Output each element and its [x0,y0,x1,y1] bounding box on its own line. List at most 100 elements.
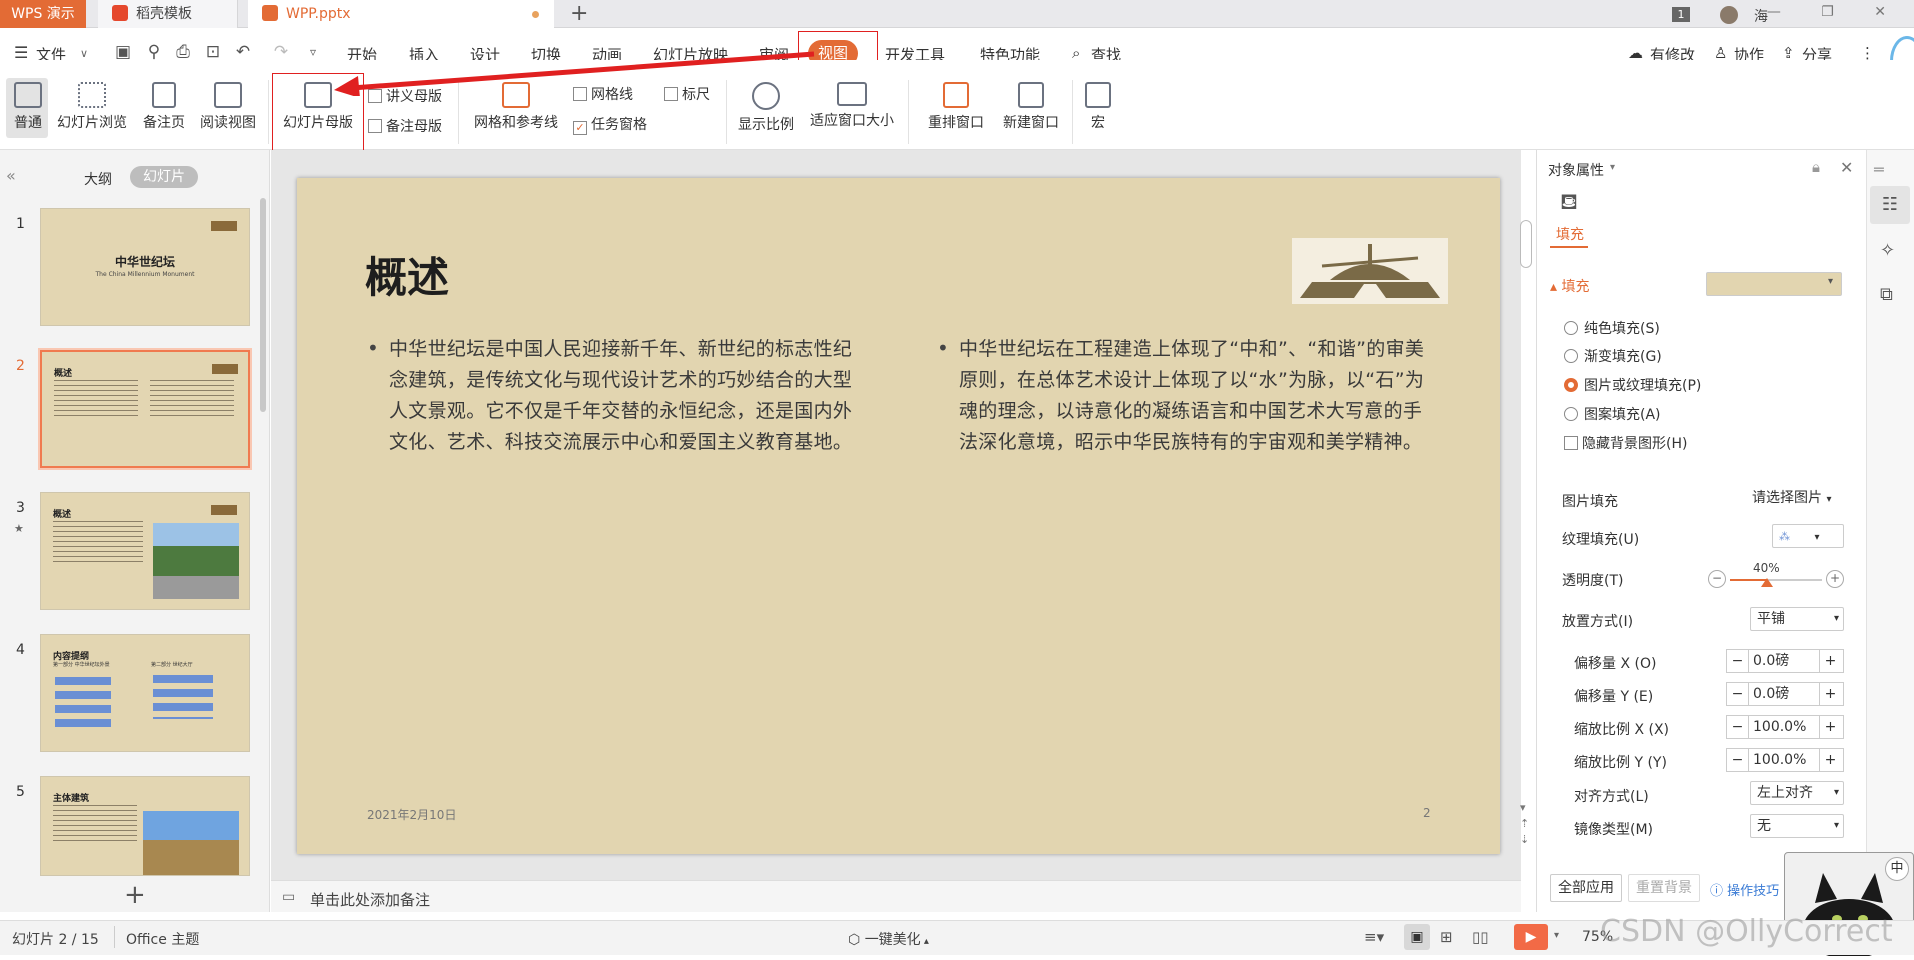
thumb-photo [143,811,239,875]
slide-title[interactable]: 概述 [365,244,449,305]
notes-toggle-icon[interactable]: ≡▾ [1364,928,1384,946]
new-tab-button[interactable]: + [570,2,588,26]
reading-view-button[interactable]: 阅读视图 [196,82,260,132]
reading-view-status-icon[interactable]: ▯▯ [1472,928,1489,946]
play-button[interactable]: ▶ [1514,924,1548,950]
canvas-scrollbar[interactable] [1520,220,1532,268]
slide-page-number[interactable]: 2 [1423,806,1431,820]
paint-bucket-icon[interactable]: ⛾ [1560,190,1578,218]
value[interactable]: 100.0% [1749,749,1819,771]
slide-body-left[interactable]: 中华世纪坛是中国人民迎接新千年、新世纪的标志性纪念建筑，是传统文化与现代设计艺术… [389,334,855,458]
fill-section-header[interactable]: ▴ 填充 [1550,276,1589,296]
mirror-dropdown[interactable]: 无 ▾ [1750,814,1844,838]
ime-indicator[interactable]: 中 [1885,857,1909,881]
window-count-badge[interactable]: 1 [1672,7,1690,22]
plus-icon[interactable]: + [1819,683,1841,705]
quick-access-more-icon[interactable]: ▿ [304,43,322,61]
placement-dropdown[interactable]: 平铺 ▾ [1750,607,1844,631]
backup-icon[interactable]: ⧉ [1880,284,1893,305]
minus-icon[interactable]: − [1727,716,1749,738]
slide-2[interactable]: 概述 • 中华世纪坛是中国人民迎接新千年、新世纪的标志性纪念建筑，是传统文化与现… [297,178,1500,854]
scrollbar[interactable] [260,198,266,412]
value[interactable]: 0.0磅 [1749,650,1819,672]
offset-x-stepper[interactable]: −0.0磅 + [1726,649,1844,673]
notes-placeholder[interactable]: 单击此处添加备注 [310,889,430,910]
chevron-down-icon[interactable]: ▾ [1554,930,1559,941]
slide-body-right[interactable]: 中华世纪坛在工程建造上体现了“中和”、“和谐”的审美原则，在总体艺术设计上体现了… [959,334,1425,458]
chevron-down-icon[interactable]: ▾ [1610,162,1615,173]
slide-thumbnail-2[interactable]: 概述 [38,348,252,470]
apply-all-button[interactable]: 全部应用 [1550,874,1622,902]
window-controls[interactable]: — ❐ ✕ [1767,4,1904,20]
undo-icon[interactable]: ↶ [234,43,252,61]
animation-icon[interactable]: ✧ [1880,240,1895,261]
hide-background-checkbox[interactable]: 隐藏背景图形(H) [1564,433,1687,453]
new-window-button[interactable]: 新建窗口 [998,82,1064,132]
slide-thumbnail-5[interactable]: 主体建筑 [40,776,250,876]
slide-thumbnail-1[interactable]: 中华世纪坛 The China Millennium Monument [40,208,250,326]
tab-document[interactable]: WPP.pptx [248,0,554,28]
redo-icon[interactable]: ↷ [272,43,290,61]
avatar[interactable] [1720,6,1738,24]
notes-master-button[interactable]: 备注母版 [368,116,442,136]
solid-fill-radio[interactable]: 纯色填充(S) [1564,318,1660,338]
page-nav-icons[interactable]: ▾ ⇡ ⇣ [1520,800,1529,848]
menu-lines-icon[interactable]: ═ [1874,160,1884,179]
format-painter-icon[interactable]: ⚲ [145,43,163,61]
align-dropdown[interactable]: 左上对齐 ▾ [1750,781,1844,805]
value[interactable]: 100.0% [1749,716,1819,738]
scale-y-stepper[interactable]: −100.0% + [1726,748,1844,772]
close-icon[interactable]: ✕ [1840,158,1853,177]
tab-docer-templates[interactable]: 稻壳模板 [98,0,238,28]
save-icon[interactable]: ▣ [114,43,132,61]
minus-icon[interactable]: − [1727,650,1749,672]
slider-thumb[interactable] [1760,578,1773,587]
label: 任务窗格 [591,117,647,133]
offset-y-stepper[interactable]: −0.0磅 + [1726,682,1844,706]
theme-name[interactable]: Office 主题 [126,929,199,949]
fill-preview-dropdown[interactable] [1706,272,1842,296]
sorter-view-status-icon[interactable]: ⊞ [1440,928,1453,946]
normal-view-status-icon[interactable]: ▣ [1404,924,1430,950]
lock-icon[interactable]: 🔒︎ [1812,158,1820,176]
decrease-button[interactable]: − [1708,570,1726,588]
gradient-fill-radio[interactable]: 渐变填充(G) [1564,346,1662,366]
app-menu-button[interactable]: WPS 演示 [0,0,86,28]
increase-button[interactable]: + [1826,570,1844,588]
reset-background-button[interactable]: 重置背景 [1628,874,1700,902]
minus-icon[interactable]: − [1727,749,1749,771]
plus-icon[interactable]: + [1819,716,1841,738]
slide-date[interactable]: 2021年2月10日 [367,806,456,823]
docer-icon [112,5,128,21]
notes-page-button[interactable]: 备注页 [138,82,190,132]
macro-button[interactable]: 宏 [1078,82,1118,132]
chevron-down-icon[interactable]: ▾ [1828,276,1833,287]
value[interactable]: 0.0磅 [1749,683,1819,705]
scale-x-stepper[interactable]: −100.0% + [1726,715,1844,739]
slide-sorter-button[interactable]: 幻灯片浏览 [54,82,130,132]
plus-icon[interactable]: + [1819,749,1841,771]
minus-icon[interactable]: − [1727,683,1749,705]
beautify-button[interactable]: ⬡ 一键美化 ▴ [848,929,929,949]
arrange-windows-button[interactable]: 重排窗口 [916,82,996,132]
print-icon[interactable]: ⎙ [174,43,192,61]
task-pane-checkbox[interactable]: ✓ 任务窗格 [573,114,647,135]
collapse-panel-icon[interactable]: « [6,166,16,185]
fill-tab[interactable]: 填充 [1556,224,1584,244]
print-preview-icon[interactable]: ⊡ [204,43,222,61]
tips-link[interactable]: ⓘ 操作技巧 [1710,880,1779,899]
slide-thumbnail-4[interactable]: 内容提纲 第一部分 中华世纪坛外景 第二部分 世纪大厅 [40,634,250,752]
picture-fill-dropdown[interactable]: 请选择图片 ▾ [1746,487,1844,511]
picture-fill-radio[interactable]: 图片或纹理填充(P) [1564,375,1701,395]
chevron-down-icon[interactable]: ∨ [80,47,88,60]
tab-slides[interactable]: 幻灯片 [130,166,198,188]
normal-view-button[interactable]: 普通 [8,82,48,132]
plus-icon[interactable]: + [1819,650,1841,672]
add-slide-button[interactable]: + [124,880,146,910]
properties-icon[interactable]: ☷ [1870,186,1910,224]
panel-title[interactable]: 对象属性 [1548,160,1604,180]
pattern-fill-radio[interactable]: 图案填充(A) [1564,404,1661,424]
texture-fill-dropdown[interactable]: ⁂ ▾ [1772,524,1844,548]
slide-thumbnail-3[interactable]: 概述 [40,492,250,610]
tab-outline[interactable]: 大纲 [84,169,112,189]
